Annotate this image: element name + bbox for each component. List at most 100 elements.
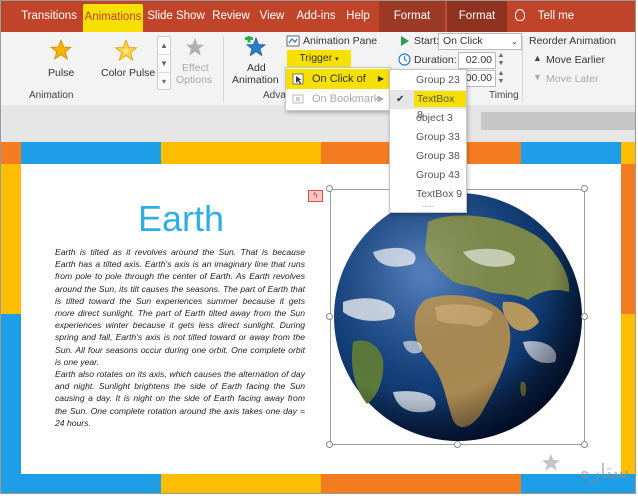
ribbon-tab-bar: Transitions Animations Slide Show Review… (1, 1, 635, 32)
submenu-arrow-icon: ▶ (377, 94, 384, 103)
trigger-chevron-icon: ▾ (335, 56, 339, 63)
resize-handle[interactable] (581, 441, 588, 448)
watermark-logo: ستاره (537, 448, 633, 490)
pulse-star-icon[interactable] (50, 39, 72, 61)
workspace-gray-bar (481, 112, 635, 130)
stripe-blue (521, 142, 621, 164)
gallery-more-icon[interactable]: ▾ (158, 73, 170, 90)
animation-group-label: Animation (29, 90, 74, 101)
watermark-text: ستاره (580, 459, 629, 483)
submenu-item-textbox-8[interactable]: ✔ TextBox 8 (390, 90, 466, 121)
tab-animations[interactable]: Animations (83, 4, 143, 32)
body-paragraph-2: Earth also rotates on its axis, which ca… (55, 369, 305, 428)
slide-body-textbox[interactable]: Earth is tilted as it revolves around th… (55, 246, 305, 429)
submenu-item-group-23[interactable]: Group 23 (390, 71, 466, 90)
animation-gallery: Pulse Color Pulse (8, 32, 158, 87)
submenu-item-group-38[interactable]: Group 38 (390, 147, 466, 166)
animation-pane-button[interactable]: Animation Pane (303, 35, 377, 47)
timing-group-label: Timing (489, 90, 519, 101)
submenu-item-group-43[interactable]: Group 43 (390, 166, 466, 185)
lightbulb-icon (515, 9, 525, 21)
resize-handle[interactable] (326, 185, 333, 192)
submenu-item-group-33[interactable]: Group 33 (390, 128, 466, 147)
gallery-up-icon[interactable]: ▲ (158, 37, 170, 55)
tab-slide-show[interactable]: Slide Show (147, 1, 205, 32)
trigger-label: Trigger (299, 52, 333, 64)
chevron-down-icon: ⌄ (511, 37, 518, 46)
trigger-menu: On Click of ▶ On Bookmark ▶ (285, 67, 391, 111)
stripe-orange (321, 474, 521, 493)
powerpoint-window: Transitions Animations Slide Show Review… (0, 0, 636, 494)
animation-pane-icon[interactable] (286, 34, 300, 48)
effect-options-label-2: Options (176, 74, 213, 86)
stripe-yellow (1, 164, 21, 314)
tab-format-drawing[interactable]: Format (379, 1, 445, 32)
stripe-yellow (161, 474, 321, 493)
on-click-cursor-icon (292, 73, 304, 85)
submenu-arrow-icon: ▶ (377, 74, 384, 83)
on-bookmark-label: On Bookmark (312, 93, 380, 105)
tab-transitions[interactable]: Transitions (15, 1, 83, 32)
start-label: Start: (414, 35, 440, 47)
add-animation-star-icon[interactable] (244, 36, 268, 58)
submenu-item-object-3[interactable]: object 3 (390, 109, 466, 128)
stripe-blue (1, 474, 161, 493)
tell-me-search[interactable]: Tell me (531, 1, 581, 32)
ribbon-divider (223, 36, 224, 102)
ribbon-divider (522, 36, 523, 102)
duration-input[interactable]: 02.00 (458, 52, 496, 69)
resize-handle[interactable] (581, 313, 588, 320)
pulse-label[interactable]: Pulse (48, 67, 74, 79)
tab-help[interactable]: Help (341, 1, 375, 32)
checkmark-icon: ✔ (396, 94, 405, 105)
slide-canvas[interactable]: Earth Earth is tilted as it revolves aro… (1, 142, 635, 493)
effect-options-star-icon (186, 38, 204, 56)
color-pulse-star-icon[interactable] (114, 39, 138, 63)
delay-spinner[interactable]: ▲ ▼ (496, 70, 506, 87)
submenu-more-indicator[interactable]: ..... (390, 199, 466, 211)
stripe-orange (621, 164, 635, 314)
gallery-scroll[interactable]: ▲ ▼ ▾ (157, 36, 171, 90)
tab-view[interactable]: View (255, 1, 289, 32)
move-later-icon: ▼ (533, 72, 542, 82)
on-click-of-label: On Click of (312, 73, 366, 85)
stripe-blue (21, 142, 161, 164)
duration-label: Duration: (414, 54, 457, 66)
start-value: On Click (443, 35, 483, 47)
trigger-button[interactable]: Trigger ▾ (287, 50, 351, 67)
resize-handle[interactable] (326, 441, 333, 448)
menu-item-on-bookmark: On Bookmark ▶ (286, 89, 390, 109)
tab-format-picture[interactable]: Format (446, 1, 507, 32)
stripe-blue (1, 314, 21, 474)
tab-review[interactable]: Review (209, 1, 253, 32)
tab-add-ins[interactable]: Add-ins (293, 1, 339, 32)
bookmark-icon (292, 94, 304, 104)
watermark-star-icon: ستاره (542, 454, 629, 483)
advanced-group-label: Adva (263, 90, 286, 101)
add-animation-label-2[interactable]: Animation (232, 74, 279, 86)
resize-handle[interactable] (326, 313, 333, 320)
reorder-animation-title: Reorder Animation (529, 35, 616, 47)
resize-handle[interactable] (581, 185, 588, 192)
slide-title[interactable]: Earth (61, 198, 301, 240)
start-play-icon (401, 36, 409, 46)
duration-clock-icon (398, 53, 411, 66)
animation-trigger-tag-icon[interactable]: ϟ (308, 190, 323, 202)
gallery-down-icon[interactable]: ▼ (158, 55, 170, 73)
move-earlier-button[interactable]: Move Earlier (546, 54, 605, 66)
trigger-objects-submenu: Group 23 ✔ TextBox 8 object 3 Group 33 G… (389, 69, 467, 213)
move-earlier-icon[interactable]: ▲ (533, 53, 542, 63)
stripe-yellow (621, 142, 635, 164)
effect-options-label-1: Effect (182, 62, 209, 74)
textbox-8-label: TextBox 8 (414, 91, 466, 121)
resize-handle[interactable] (454, 441, 461, 448)
menu-item-on-click-of[interactable]: On Click of ▶ (286, 69, 390, 89)
add-animation-label-1[interactable]: Add (247, 62, 266, 74)
duration-spinner[interactable]: ▲ ▼ (496, 52, 506, 69)
move-later-button: Move Later (546, 73, 599, 85)
color-pulse-label[interactable]: Color Pulse (101, 67, 155, 79)
stripe-orange (1, 142, 21, 164)
body-paragraph-1: Earth is tilted as it revolves around th… (55, 247, 305, 367)
picture-selection-box (330, 189, 585, 445)
start-dropdown[interactable]: On Click ⌄ (438, 33, 522, 50)
